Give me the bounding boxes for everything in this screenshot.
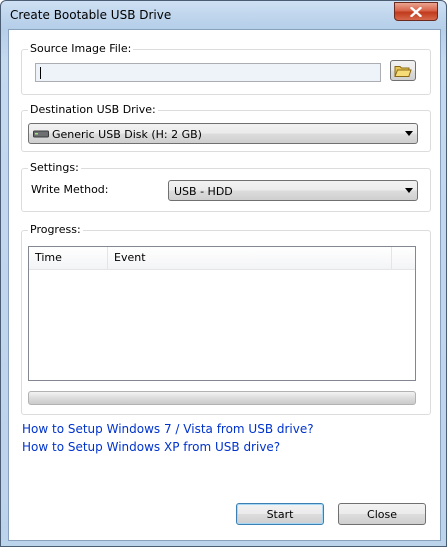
progress-bar <box>28 391 416 405</box>
source-image-label: Source Image File: <box>28 42 134 55</box>
chevron-down-icon <box>405 131 413 136</box>
progress-label: Progress: <box>28 223 83 236</box>
dialog-window: Create Bootable USB Drive Source Image F… <box>0 0 447 547</box>
destination-group: Destination USB Drive: Generic USB Disk … <box>21 103 431 152</box>
column-header-event[interactable]: Event <box>108 247 392 269</box>
close-window-button[interactable] <box>394 2 438 21</box>
source-image-group: Source Image File: <box>21 42 431 95</box>
settings-label: Settings: <box>28 161 81 174</box>
settings-group: Settings: Write Method: USB - HDD <box>21 161 431 212</box>
usb-drive-icon <box>33 130 49 138</box>
event-log-list[interactable]: Time Event <box>28 246 416 381</box>
write-method-label: Write Method: <box>31 183 109 196</box>
write-method-select[interactable]: USB - HDD <box>168 180 418 201</box>
folder-icon <box>394 65 412 77</box>
text-caret <box>40 67 41 79</box>
column-header-filler <box>392 247 415 269</box>
close-button[interactable]: Close <box>338 503 426 525</box>
destination-label: Destination USB Drive: <box>28 103 158 116</box>
close-icon <box>410 6 422 17</box>
link-setup-windows-xp[interactable]: How to Setup Windows XP from USB drive? <box>22 440 280 454</box>
chevron-down-icon <box>405 188 413 193</box>
source-image-input[interactable] <box>35 63 381 82</box>
title-bar[interactable]: Create Bootable USB Drive <box>1 1 446 29</box>
destination-drive-value: Generic USB Disk (H: 2 GB) <box>52 128 202 141</box>
link-setup-windows-7[interactable]: How to Setup Windows 7 / Vista from USB … <box>22 422 314 436</box>
write-method-value: USB - HDD <box>174 185 233 198</box>
progress-group: Progress: Time Event <box>21 223 431 415</box>
browse-button[interactable] <box>390 60 416 81</box>
destination-drive-select[interactable]: Generic USB Disk (H: 2 GB) <box>28 123 418 144</box>
start-button[interactable]: Start <box>236 503 324 525</box>
window-title: Create Bootable USB Drive <box>10 8 172 22</box>
column-header-time[interactable]: Time <box>29 247 108 269</box>
list-header: Time Event <box>29 247 415 270</box>
dialog-client-area: Source Image File: Destination USB Drive… <box>8 29 441 541</box>
